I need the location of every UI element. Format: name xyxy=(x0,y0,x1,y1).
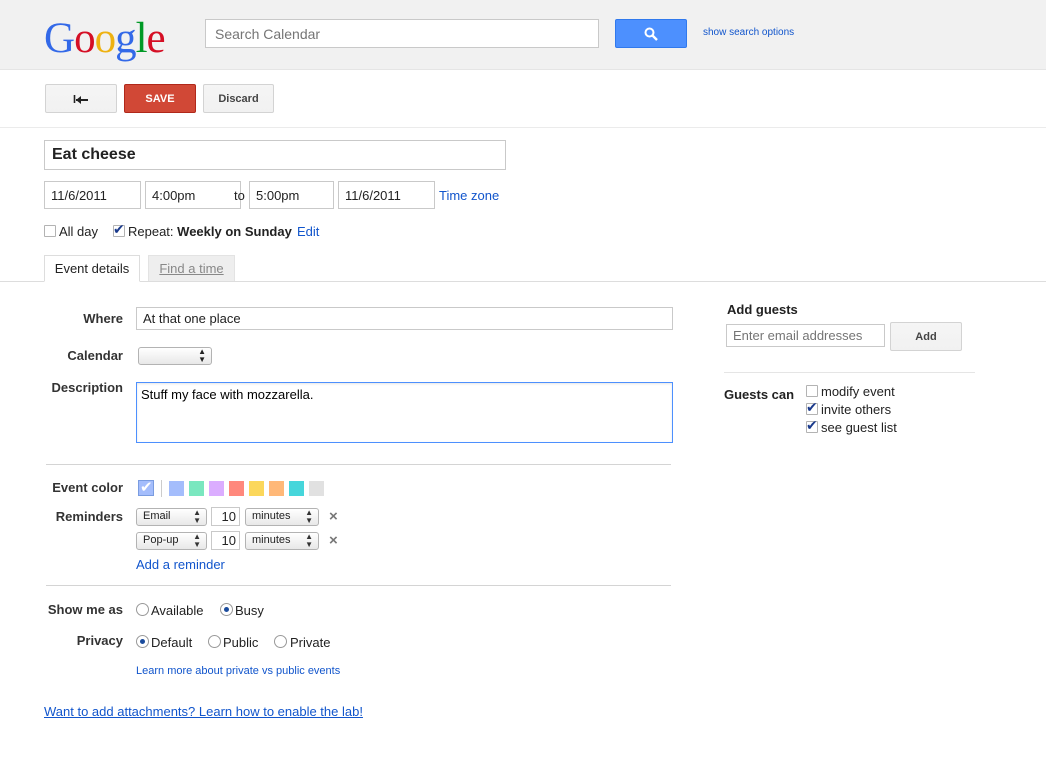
privacy-public-radio[interactable] xyxy=(208,635,221,648)
section-divider xyxy=(46,585,671,586)
chevron-updown-icon: ▲ ▼ xyxy=(305,532,313,549)
see-guest-list-checkbox[interactable] xyxy=(806,417,818,434)
logo-letter: o xyxy=(94,15,116,62)
all-day-label: All day xyxy=(59,224,99,239)
description-label: Description xyxy=(51,380,123,395)
reminder-unit-select[interactable]: minutes ▲ ▼ xyxy=(245,508,319,526)
repeat-label: Repeat: Weekly on Sunday xyxy=(128,224,292,239)
save-button[interactable]: SAVE xyxy=(124,84,196,113)
repeat-label-text: Repeat: xyxy=(128,224,174,239)
available-label: Available xyxy=(151,603,204,618)
chevron-updown-icon: ▲ ▼ xyxy=(193,508,201,525)
reminder-unit-select[interactable]: minutes ▲ ▼ xyxy=(245,532,319,550)
color-swatch[interactable] xyxy=(249,481,264,496)
to-label: to xyxy=(234,188,245,203)
reminder-method-value: Pop-up xyxy=(143,534,179,546)
add-reminder-link[interactable]: Add a reminder xyxy=(136,557,225,572)
reminder-method-select[interactable]: Pop-up ▲ ▼ xyxy=(136,532,207,550)
color-swatch[interactable] xyxy=(209,481,224,496)
swatch-separator xyxy=(161,480,162,497)
search-input[interactable] xyxy=(205,19,599,48)
color-swatch-selected[interactable] xyxy=(138,478,154,496)
logo-letter: e xyxy=(146,15,166,62)
tab-event-details[interactable]: Event details xyxy=(44,255,140,282)
description-input[interactable]: Stuff my face with mozzarella. xyxy=(136,382,673,443)
toolbar-divider xyxy=(0,127,1046,128)
busy-label: Busy xyxy=(235,603,264,618)
search-icon xyxy=(644,27,658,41)
end-date-input[interactable] xyxy=(338,181,435,209)
calendar-label: Calendar xyxy=(67,348,123,363)
invite-others-checkbox[interactable] xyxy=(806,399,818,416)
reminder-value-input[interactable]: 10 xyxy=(211,507,240,526)
learn-more-privacy-link[interactable]: Learn more about private vs public event… xyxy=(136,665,340,677)
privacy-default-radio[interactable] xyxy=(136,635,149,648)
color-swatch[interactable] xyxy=(229,481,244,496)
modify-event-label: modify event xyxy=(821,384,895,399)
tabs-divider xyxy=(0,281,1046,282)
add-guest-button[interactable]: Add xyxy=(890,322,962,351)
logo-letter: o xyxy=(74,15,95,62)
add-guests-label: Add guests xyxy=(727,302,798,317)
guest-email-input[interactable] xyxy=(726,324,885,347)
reminder-unit-value: minutes xyxy=(252,534,291,546)
all-day-checkbox[interactable] xyxy=(44,225,56,237)
where-label: Where xyxy=(83,311,123,326)
guests-divider xyxy=(724,372,975,373)
where-input[interactable] xyxy=(136,307,673,330)
logo-letter: G xyxy=(44,15,75,62)
privacy-label: Privacy xyxy=(76,633,123,648)
end-time-input[interactable] xyxy=(249,181,334,209)
privacy-public-label: Public xyxy=(223,635,259,650)
show-me-as-label: Show me as xyxy=(47,602,123,617)
busy-radio[interactable] xyxy=(220,603,233,616)
show-search-options-link[interactable]: show search options xyxy=(703,27,794,38)
back-arrow-icon xyxy=(73,94,88,104)
google-logo[interactable]: Google xyxy=(44,14,166,64)
color-swatch[interactable] xyxy=(309,481,324,496)
modify-event-checkbox[interactable] xyxy=(806,385,818,397)
remove-reminder-icon[interactable]: × xyxy=(329,532,338,549)
repeat-checkbox[interactable] xyxy=(113,221,125,238)
time-zone-link[interactable]: Time zone xyxy=(439,188,499,203)
chevron-updown-icon: ▲ ▼ xyxy=(193,532,201,549)
privacy-private-radio[interactable] xyxy=(274,635,287,648)
back-button[interactable] xyxy=(45,84,117,113)
reminders-label: Reminders xyxy=(55,509,123,524)
event-title-input[interactable] xyxy=(44,140,506,170)
logo-letter: l xyxy=(135,15,148,62)
see-guest-list-label: see guest list xyxy=(821,420,897,435)
remove-reminder-icon[interactable]: × xyxy=(329,508,338,525)
repeat-edit-link[interactable]: Edit xyxy=(297,224,319,239)
color-swatch[interactable] xyxy=(169,481,184,496)
discard-button[interactable]: Discard xyxy=(203,84,274,113)
reminder-method-select[interactable]: Email ▲ ▼ xyxy=(136,508,207,526)
logo-letter: g xyxy=(115,15,136,62)
color-swatch[interactable] xyxy=(189,481,204,496)
calendar-select[interactable]: ▲ ▼ xyxy=(138,347,212,365)
chevron-updown-icon: ▲ ▼ xyxy=(198,347,206,364)
reminder-unit-value: minutes xyxy=(252,510,291,522)
available-radio[interactable] xyxy=(136,603,149,616)
tab-find-a-time[interactable]: Find a time xyxy=(148,255,235,281)
invite-others-label: invite others xyxy=(821,402,892,417)
repeat-value: Weekly on Sunday xyxy=(177,224,292,239)
color-swatch[interactable] xyxy=(269,481,284,496)
reminder-method-value: Email xyxy=(143,510,171,522)
start-date-input[interactable] xyxy=(44,181,141,209)
privacy-private-label: Private xyxy=(290,635,331,650)
section-divider xyxy=(46,464,671,465)
start-time-input[interactable] xyxy=(145,181,241,209)
guests-can-label: Guests can xyxy=(724,387,795,402)
search-button[interactable] xyxy=(615,19,687,48)
chevron-updown-icon: ▲ ▼ xyxy=(305,508,313,525)
event-color-label: Event color xyxy=(52,480,123,495)
color-swatch[interactable] xyxy=(289,481,304,496)
reminder-value-input[interactable]: 10 xyxy=(211,531,240,550)
privacy-default-label: Default xyxy=(151,635,193,650)
attachments-lab-link[interactable]: Want to add attachments? Learn how to en… xyxy=(44,704,363,719)
